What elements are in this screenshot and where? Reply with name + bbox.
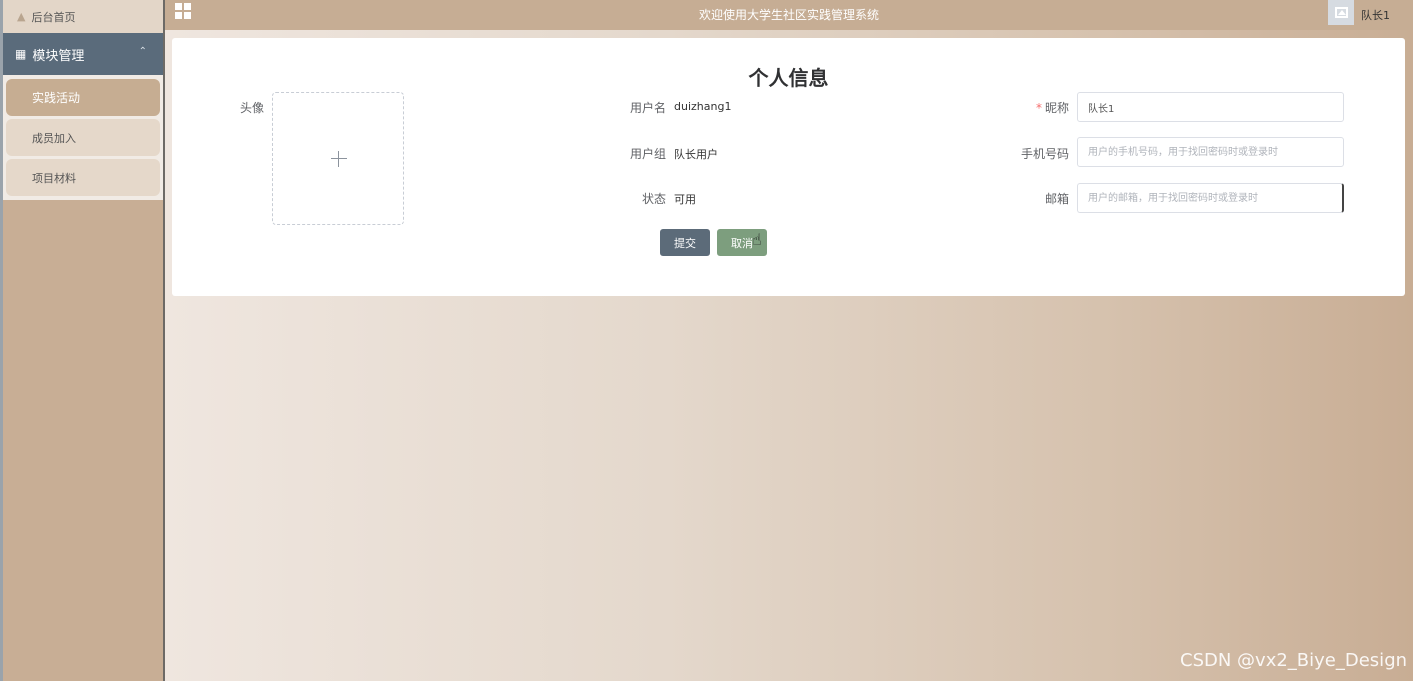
profile-card: 个人信息 头像 用户名 duizhang1 用户组 队长用户 状态 可用 * 昵称… xyxy=(172,38,1405,296)
watermark: CSDN @vx2_Biye_Design xyxy=(1180,650,1408,671)
nickname-label-text: 昵称 xyxy=(1044,101,1069,115)
sidebar-group-label: 模块管理 xyxy=(32,48,85,64)
sidebar-item-project-material[interactable]: 项目材料 xyxy=(6,159,160,196)
status-label: 状态 xyxy=(641,192,666,206)
email-input[interactable] xyxy=(1077,183,1344,213)
sidebar-submenu: 实践活动 成员加入 项目材料 xyxy=(3,75,163,200)
sidebar-item-member-join[interactable]: 成员加入 xyxy=(6,119,160,156)
email-label: 邮箱 xyxy=(1044,192,1069,206)
username-value: duizhang1 xyxy=(674,100,732,113)
page-title: 欢迎使用大学生社区实践管理系统 xyxy=(698,8,879,22)
avatar[interactable] xyxy=(1328,0,1354,25)
avatar-uploader[interactable] xyxy=(272,92,404,225)
sidebar-item-practice-activity[interactable]: 实践活动 xyxy=(6,79,160,116)
nickname-input[interactable] xyxy=(1077,92,1344,122)
avatar-label: 头像 xyxy=(239,101,264,115)
phone-input[interactable] xyxy=(1077,137,1344,167)
hand-cursor-icon: ☝ xyxy=(752,230,762,249)
phone-label: 手机号码 xyxy=(1020,147,1069,161)
sidebar-item-label: 实践活动 xyxy=(32,91,81,105)
chevron-up-icon: ⌃ xyxy=(138,46,147,57)
top-bar: 欢迎使用大学生社区实践管理系统 队长1 xyxy=(165,0,1413,30)
usergroup-label: 用户组 xyxy=(629,147,666,161)
required-mark: * xyxy=(1035,101,1042,115)
plus-icon-stroke xyxy=(338,151,339,167)
sidebar-item-label: 项目材料 xyxy=(32,171,76,185)
username-label: 用户名 xyxy=(629,101,666,115)
plus-icon xyxy=(331,158,347,159)
sidebar-item-home[interactable]: ▲ 后台首页 xyxy=(3,0,163,33)
usergroup-value: 队长用户 xyxy=(674,148,718,161)
sidebar-home-label: 后台首页 xyxy=(31,10,76,24)
nickname-label: * 昵称 xyxy=(972,99,1069,116)
status-value: 可用 xyxy=(674,193,696,206)
form-title: 个人信息 xyxy=(748,66,829,90)
sidebar-group-module-management[interactable]: ▦ 模块管理 ⌃ xyxy=(3,33,163,75)
sidebar: ▲ 后台首页 ▦ 模块管理 ⌃ 实践活动 成员加入 项目材料 xyxy=(0,0,165,681)
submit-button[interactable]: 提交 xyxy=(660,229,710,256)
sidebar-item-label: 成员加入 xyxy=(32,131,76,145)
grid-icon: ▦ xyxy=(15,47,27,61)
user-name[interactable]: 队长1 xyxy=(1361,7,1390,23)
home-icon: ▲ xyxy=(17,10,26,23)
image-icon xyxy=(1334,7,1348,18)
